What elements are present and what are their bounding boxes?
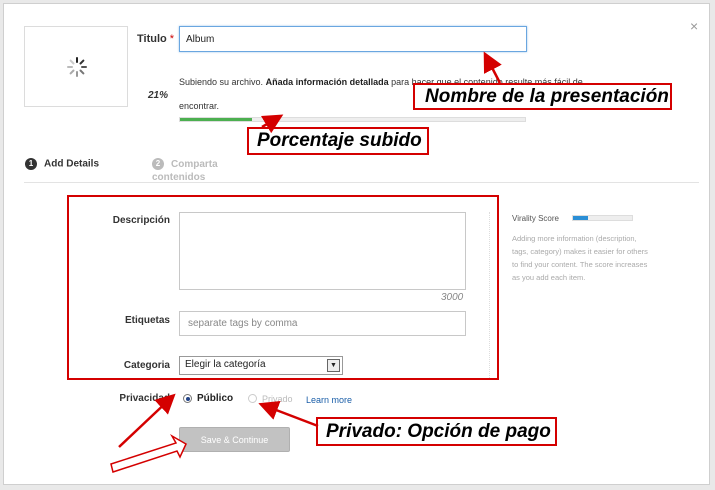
step-add-details[interactable]: 1 Add Details bbox=[25, 158, 99, 170]
loading-spinner-icon bbox=[67, 57, 87, 77]
close-icon[interactable]: × bbox=[690, 18, 698, 34]
annotation-highlight-box bbox=[67, 195, 499, 380]
step-share[interactable]: 2 Comparta contenidos bbox=[152, 158, 242, 184]
annotation-porcentaje-callout: Porcentaje subido bbox=[247, 127, 429, 155]
privacy-public-radio[interactable] bbox=[183, 394, 192, 403]
upload-percent: 21% bbox=[148, 90, 169, 101]
virality-score-label: Virality Score bbox=[512, 214, 559, 223]
step-number: 2 bbox=[152, 158, 164, 171]
privacy-label: Privacidad bbox=[119, 393, 170, 404]
steps-divider bbox=[24, 182, 699, 183]
thumbnail-placeholder bbox=[24, 26, 128, 107]
annotation-privado-callout: Privado: Opción de pago bbox=[316, 417, 557, 446]
privacy-public-label[interactable]: Público bbox=[197, 393, 233, 404]
privacy-private-radio[interactable] bbox=[248, 394, 257, 403]
virality-help-text: Adding more information (description, ta… bbox=[512, 234, 648, 282]
step-label: Add Details bbox=[44, 158, 100, 170]
upload-progress-fill bbox=[180, 118, 253, 121]
virality-score-fill bbox=[573, 216, 588, 220]
title-input[interactable] bbox=[179, 26, 527, 52]
privacy-private-label[interactable]: Privado bbox=[262, 394, 293, 404]
title-label: Titulo * bbox=[137, 33, 175, 45]
save-continue-button[interactable]: Save & Continue bbox=[179, 427, 290, 452]
annotation-nombre-callout: Nombre de la presentación bbox=[413, 83, 672, 110]
virality-score-bar bbox=[572, 215, 633, 221]
step-number: 1 bbox=[25, 158, 37, 170]
upload-progress-bar bbox=[179, 117, 526, 122]
learn-more-link[interactable]: Learn more bbox=[306, 395, 352, 405]
